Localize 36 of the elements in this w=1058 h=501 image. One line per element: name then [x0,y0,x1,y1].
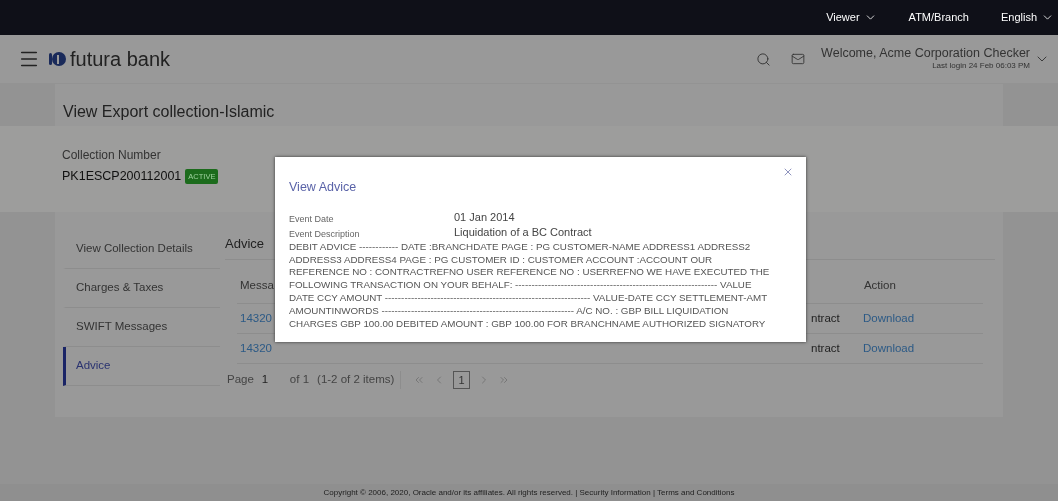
table-cell-text: ntract [811,310,841,326]
page-label: Page [227,372,254,388]
nav-tab[interactable]: Charges & Taxes [63,269,220,308]
message-link[interactable]: 14320 [237,339,811,358]
page-count: of 1 [289,372,310,388]
page-number: 1 [261,372,270,388]
current-page-button[interactable]: 1 [453,370,470,390]
field-label: Event Date [289,212,335,226]
summary-value: PK1ESCP200112001 [62,168,182,185]
welcome-text: Welcome, Acme Corporation Checker [821,46,1030,60]
download-link[interactable]: Download [863,309,915,328]
top-bar-menu[interactable]: Viewer [826,9,877,26]
brand-name: futura bank [70,47,171,72]
search-icon[interactable] [756,51,772,67]
page-title: View Export collection-Islamic [62,102,276,122]
mail-icon[interactable] [791,52,806,66]
dialog-title: View Advice [289,179,358,196]
copyright-text: Copyright © 2006, 2020, Oracle and/or its affiliates. All rights reserved. | Security Information | Terms and Conditions [323,486,735,499]
column-header: Messa [239,278,274,294]
nav-tab[interactable]: SWIFT Messages [63,308,220,347]
top-bar-menu[interactable]: English [1000,9,1054,26]
column-header: Action [863,278,896,294]
table-cell-text: ntract [811,340,841,356]
logo-icon [48,50,66,68]
summary-label: Collection Number [62,148,162,162]
field-value: Liquidation of a BC Contract [454,225,592,240]
download-link[interactable]: Download [863,339,915,358]
nav-tab[interactable]: Advice [63,347,220,386]
items-count: (1-2 of 2 items) [317,371,402,389]
first-page-icon[interactable] [413,374,426,386]
field-value: 01 Jan 2014 [454,210,515,225]
close-icon[interactable] [782,166,794,178]
last-page-icon[interactable] [497,374,510,386]
nav-tab[interactable]: View Collection Details [63,230,220,269]
top-bar-menu[interactable]: ATM/Branch [908,9,969,26]
last-login-text: Last login 24 Feb 06:03 PM [932,60,1030,72]
